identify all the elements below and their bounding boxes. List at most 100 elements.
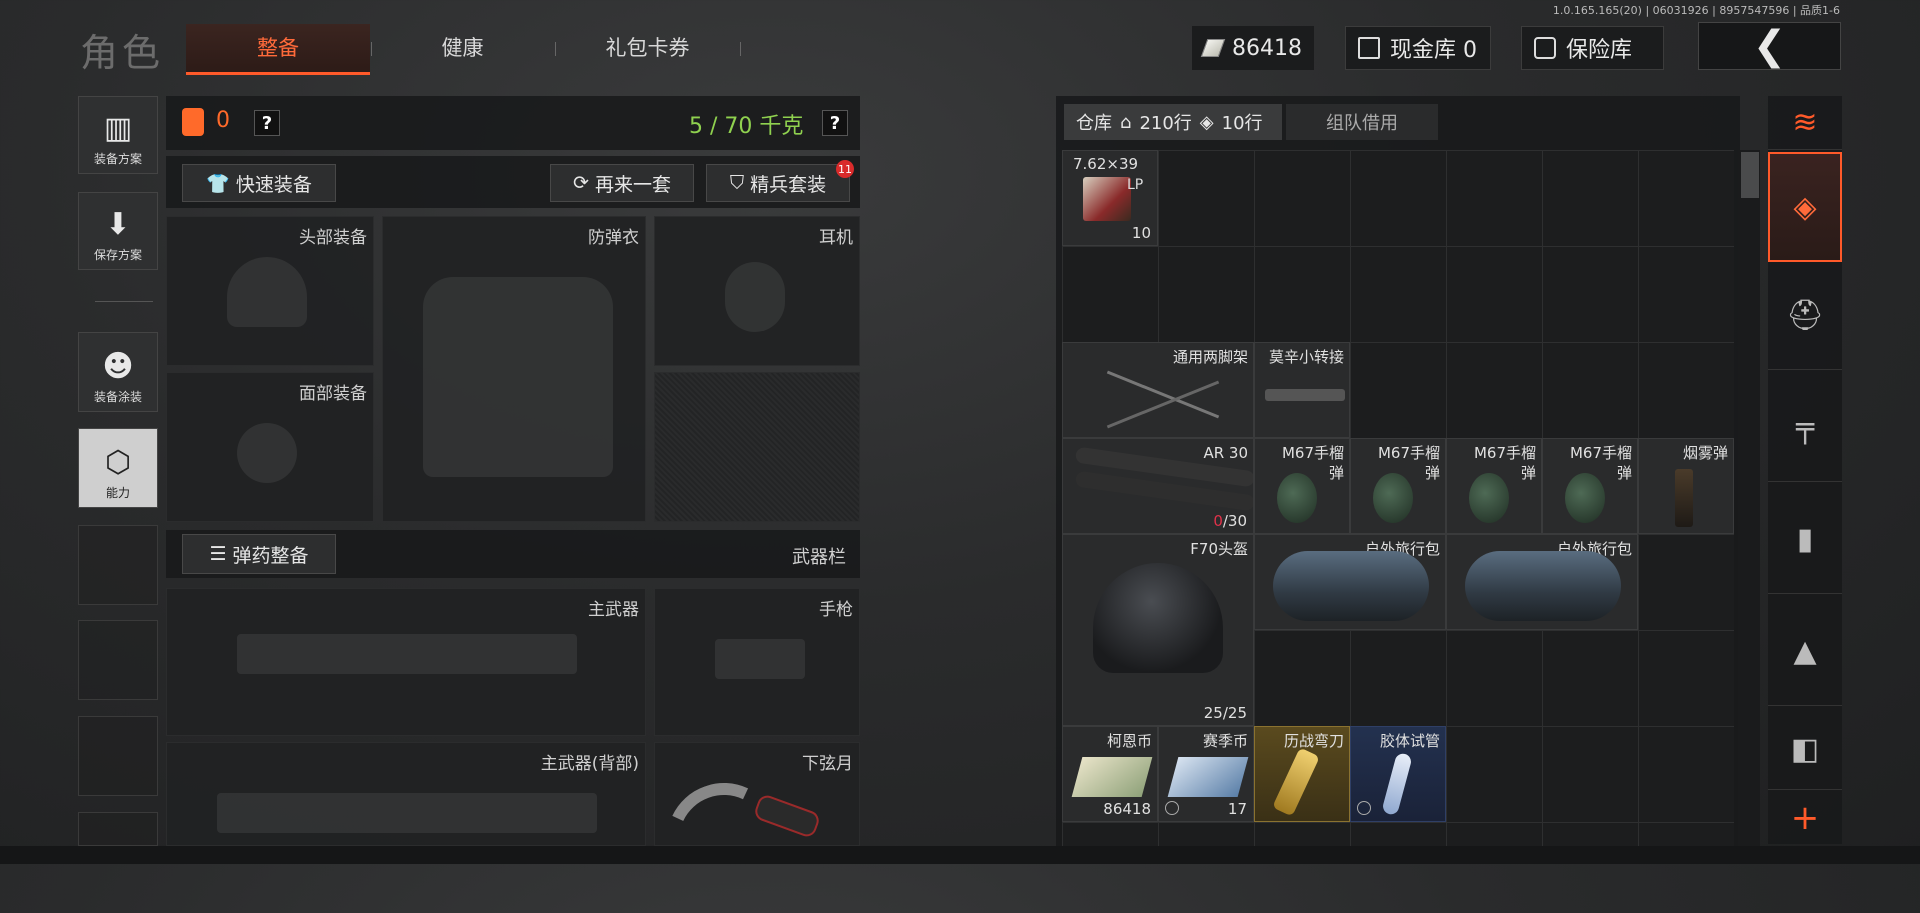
slot-primary-back[interactable]: 主武器(背部) bbox=[166, 742, 646, 846]
category-weapons[interactable]: ╤ bbox=[1768, 374, 1842, 482]
grenade-icon bbox=[1277, 473, 1317, 523]
warehouse-rows: 210行 bbox=[1139, 113, 1192, 134]
category-ammo[interactable]: ▲ bbox=[1768, 598, 1842, 706]
home-icon: ⌂ bbox=[1120, 111, 1132, 133]
karambit-icon bbox=[650, 766, 798, 913]
sidebar-item-label: 能力 bbox=[105, 486, 130, 500]
slot-face[interactable]: 面部装备 bbox=[166, 372, 374, 522]
slot-head[interactable]: 头部装备 bbox=[166, 216, 374, 366]
loadout-header: 0 ? 5 / 70 千克 ? bbox=[166, 96, 860, 150]
item-mosin-adapter[interactable]: 莫辛小转接 bbox=[1254, 342, 1350, 438]
ammo-equip-button[interactable]: ☰ 弹药整备 bbox=[182, 534, 336, 574]
version-text: 1.0.165.165(20) | 06031926 | 8957547596 … bbox=[1552, 4, 1840, 17]
item-ammo-762[interactable]: 7.62×39 LP 10 bbox=[1062, 150, 1158, 246]
armor-vest-icon bbox=[182, 108, 204, 136]
bullet-category-icon: ▲ bbox=[1793, 634, 1817, 669]
item-ar30-magazine[interactable]: AR 30 0/30 bbox=[1062, 438, 1254, 534]
bind-icon bbox=[1165, 801, 1179, 815]
weapon-bar-label: 武器栏 bbox=[792, 547, 846, 568]
item-travel-backpack[interactable]: 户外旅行包 bbox=[1254, 534, 1446, 630]
warehouse-grid[interactable]: 7.62×39 LP 10 通用两脚架 莫辛小转接 AR 30 0/30 M67… bbox=[1062, 150, 1734, 846]
currency-display: 86418 bbox=[1192, 26, 1314, 70]
sidebar-item-label: 保存方案 bbox=[93, 248, 142, 262]
slot-body-armor[interactable]: 防弹衣 bbox=[382, 216, 646, 522]
reroll-button[interactable]: ⟳ 再来一套 bbox=[550, 164, 694, 202]
sidebar-item-ability[interactable]: ⬡ 能力 bbox=[78, 428, 158, 508]
quick-equip-button[interactable]: 👕 快速装备 bbox=[182, 164, 336, 202]
tab-warehouse[interactable]: 仓库 ⌂ 210行 ◈ 10行 bbox=[1064, 104, 1282, 140]
tab-equip[interactable]: 整备 bbox=[186, 24, 370, 75]
armor-count: 0 bbox=[216, 108, 230, 133]
ammo-equip-label: 弹药整备 bbox=[232, 544, 309, 567]
item-name: 赛季币 bbox=[1202, 732, 1248, 750]
tab-gift-coupons[interactable]: 礼包卡券 bbox=[565, 24, 730, 72]
slot-label: 面部装备 bbox=[299, 384, 367, 404]
help-icon[interactable]: ? bbox=[254, 110, 280, 136]
item-f70-helmet[interactable]: F70头盔 25/25 bbox=[1062, 534, 1254, 726]
slot-pistol[interactable]: 手枪 bbox=[654, 588, 860, 736]
backpack-icon bbox=[1465, 551, 1621, 621]
team-borrow-label: 组队借用 bbox=[1326, 113, 1398, 134]
test-tube-icon bbox=[1381, 751, 1413, 817]
slot-label: 耳机 bbox=[819, 228, 853, 248]
grenade-icon bbox=[1469, 473, 1509, 523]
category-magazines[interactable]: ▮ bbox=[1768, 486, 1842, 594]
sidebar-divider bbox=[95, 301, 153, 302]
category-all[interactable]: ◈ bbox=[1768, 152, 1842, 262]
headset-silhouette-icon bbox=[725, 262, 785, 332]
sort-stack-icon[interactable]: ≋ bbox=[1768, 96, 1842, 150]
item-m67-grenade[interactable]: M67手榴 弹 bbox=[1350, 438, 1446, 534]
banknote-icon bbox=[1167, 757, 1249, 797]
add-category-button[interactable]: + bbox=[1768, 792, 1842, 844]
item-bipod[interactable]: 通用两脚架 bbox=[1062, 342, 1254, 438]
item-count: 17 bbox=[1227, 800, 1247, 818]
item-travel-backpack[interactable]: 户外旅行包 bbox=[1446, 534, 1638, 630]
sidebar-item-label: 装备方案 bbox=[93, 152, 142, 166]
item-name: 7.62×39 bbox=[1073, 155, 1139, 173]
elite-kit-button[interactable]: ⛉ 精兵套装 bbox=[706, 164, 850, 202]
item-season-coin[interactable]: 赛季币 17 bbox=[1158, 726, 1254, 822]
smoke-canister-icon bbox=[1675, 469, 1693, 527]
sidebar-item-skins[interactable]: ☻ 装备涂装 bbox=[78, 332, 158, 412]
refresh-icon: ⟳ bbox=[573, 172, 589, 194]
cash-vault-button[interactable]: 现金库 0 bbox=[1345, 26, 1491, 70]
sidebar-item-save-plan[interactable]: ⬇ 保存方案 bbox=[78, 192, 158, 270]
back-button[interactable]: ❮ bbox=[1698, 22, 1841, 70]
chevron-left-icon: ❮ bbox=[1752, 23, 1787, 69]
sidebar-empty-slot bbox=[78, 812, 158, 846]
weight-help-icon[interactable]: ? bbox=[822, 110, 848, 136]
item-sub: LP bbox=[1127, 177, 1144, 193]
category-attachments[interactable]: ◧ bbox=[1768, 710, 1842, 790]
sidebar-item-label: 装备涂装 bbox=[93, 390, 142, 404]
banknote-icon bbox=[1071, 757, 1153, 797]
tab-separator bbox=[740, 42, 741, 56]
item-m67-grenade[interactable]: M67手榴 弹 bbox=[1542, 438, 1638, 534]
item-colloid-tube[interactable]: 胶体试管 bbox=[1350, 726, 1446, 822]
ammo-box-icon bbox=[1083, 177, 1131, 221]
scrollbar-thumb[interactable] bbox=[1741, 152, 1759, 198]
item-coin-kohen[interactable]: 柯恩币 86418 bbox=[1062, 726, 1158, 822]
item-smoke-grenade[interactable]: 烟雾弹 bbox=[1638, 438, 1734, 534]
slot-melee[interactable]: 下弦月 bbox=[650, 742, 860, 913]
category-gear[interactable]: ⛑ bbox=[1768, 262, 1842, 370]
tab-health[interactable]: 健康 bbox=[380, 24, 545, 72]
warehouse-scrollbar[interactable] bbox=[1738, 150, 1760, 846]
slot-headset[interactable]: 耳机 bbox=[654, 216, 860, 366]
item-name: 历战弯刀 bbox=[1283, 732, 1344, 750]
sidebar-empty-slot bbox=[78, 716, 158, 796]
warehouse-tickets: 10行 bbox=[1221, 113, 1263, 134]
item-m67-grenade[interactable]: M67手榴 弹 bbox=[1254, 438, 1350, 534]
item-m67-grenade[interactable]: M67手榴 弹 bbox=[1446, 438, 1542, 534]
elite-kit-label: 精兵套装 bbox=[750, 173, 827, 196]
shirt-icon: 👕 bbox=[206, 172, 230, 195]
tab-team-borrow[interactable]: 组队借用 bbox=[1286, 104, 1438, 140]
slot-primary-weapon[interactable]: 主武器 bbox=[166, 588, 646, 736]
bottom-bar bbox=[0, 846, 1920, 864]
safe-box-button[interactable]: 保险库 bbox=[1521, 26, 1664, 70]
quick-equip-label: 快速装备 bbox=[235, 173, 312, 196]
sidebar-item-loadout-plans[interactable]: ▥ 装备方案 bbox=[78, 96, 158, 174]
vest-silhouette-icon bbox=[423, 277, 613, 477]
item-name: F70头盔 bbox=[1190, 540, 1248, 558]
item-veteran-machete[interactable]: 历战弯刀 bbox=[1254, 726, 1350, 822]
slot-label: 主武器(背部) bbox=[540, 754, 639, 774]
